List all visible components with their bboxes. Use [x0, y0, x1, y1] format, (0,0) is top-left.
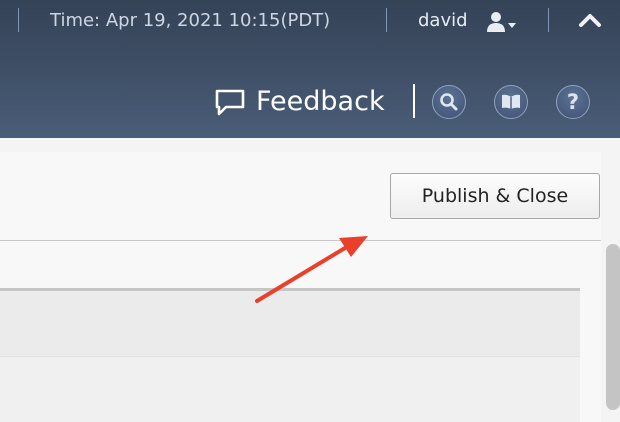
grid-row[interactable] — [0, 356, 580, 422]
guide-button[interactable] — [494, 85, 528, 119]
help-button[interactable]: ? — [556, 85, 590, 119]
content-grid — [0, 288, 580, 422]
toolbar-divider — [0, 240, 601, 241]
top-header: Time: Apr 19, 2021 10:15(PDT) david Feed… — [0, 0, 620, 138]
search-icon — [440, 93, 458, 111]
user-dropdown-icon — [487, 12, 516, 32]
search-button[interactable] — [432, 85, 466, 119]
speech-bubble-icon — [215, 89, 245, 116]
book-icon — [502, 94, 520, 109]
grid-header-row — [0, 288, 580, 356]
feedback-button[interactable]: Feedback — [214, 84, 385, 120]
header-separator — [18, 8, 19, 32]
header-separator — [386, 8, 387, 32]
current-time-label: Time: Apr 19, 2021 10:15(PDT) — [50, 10, 331, 31]
header-separator — [548, 8, 549, 32]
user-menu-button[interactable] — [486, 10, 520, 34]
feedback-label: Feedback — [256, 86, 385, 117]
feedback-separator — [413, 84, 415, 118]
user-name-label[interactable]: david — [418, 8, 468, 34]
help-icon: ? — [566, 89, 580, 114]
collapse-header-button[interactable] — [576, 8, 604, 32]
publish-close-button[interactable]: Publish & Close — [390, 173, 600, 219]
scrollbar-thumb[interactable] — [606, 244, 620, 410]
chevron-up-icon — [579, 14, 601, 27]
